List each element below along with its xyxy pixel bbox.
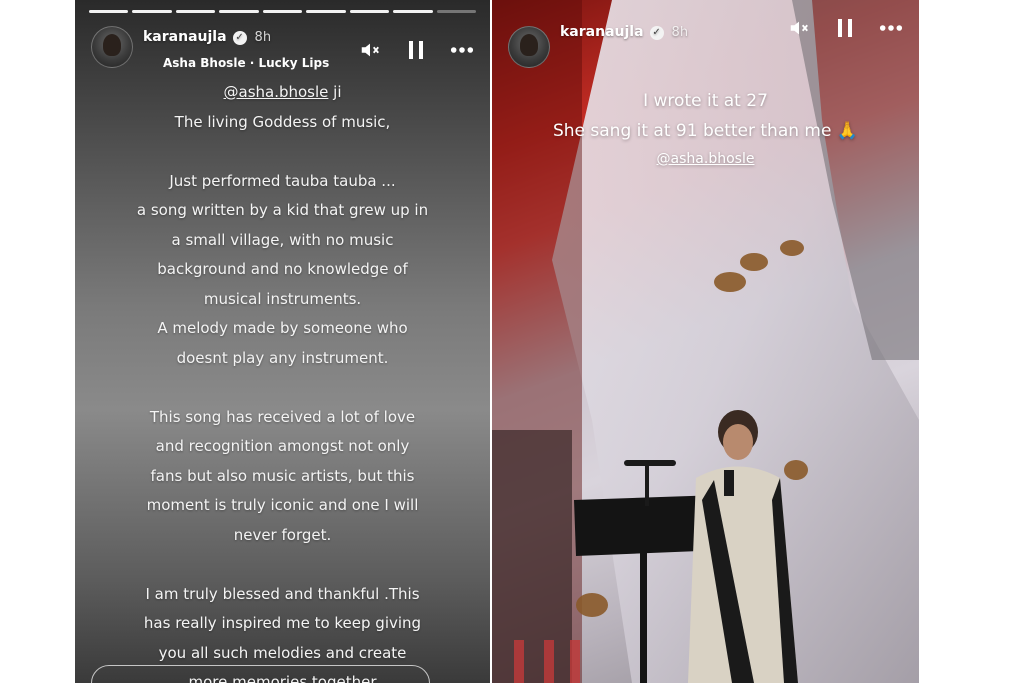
mention-suffix: ji xyxy=(328,83,342,101)
progress-segment xyxy=(132,10,172,13)
text-line: a song written by a kid that grew up in xyxy=(136,201,429,219)
username[interactable]: karanaujla ✓ 8h xyxy=(143,29,271,45)
progress-segment xyxy=(306,10,346,13)
progress-segment xyxy=(175,10,216,13)
text-line: I am truly blessed and thankful .This xyxy=(145,584,420,603)
more-options-icon[interactable] xyxy=(450,38,474,62)
more-options-icon[interactable] xyxy=(879,16,903,40)
speaker-muted-icon[interactable] xyxy=(787,16,811,40)
text-line: doesnt play any instrument. xyxy=(176,348,389,367)
text-line: fans but also music artists, but this xyxy=(150,466,415,485)
music-label[interactable]: Asha Bhosle · Lucky Lips xyxy=(163,56,329,70)
progress-segment xyxy=(349,10,390,13)
text-line: Just performed tauba tauba ... xyxy=(169,171,396,190)
pause-icon[interactable] xyxy=(404,38,428,62)
story-right[interactable]: karanaujla ✓ 8h I wrote it at 27 She sang … xyxy=(492,0,919,683)
username[interactable]: karanaujla ✓ 8h xyxy=(560,24,688,40)
caption-line: She sang it at 91 better than me 🙏 xyxy=(552,121,859,141)
avatar[interactable] xyxy=(91,26,133,68)
username-text: karanaujla xyxy=(560,24,644,40)
post-time: 8h xyxy=(254,30,272,45)
verified-badge-icon: ✓ xyxy=(649,26,664,40)
post-time: 8h xyxy=(671,25,689,40)
text-line: has really inspired me to keep giving xyxy=(143,614,422,632)
text-line: background and no knowledge of xyxy=(157,260,408,278)
text-line: you all such melodies and create xyxy=(158,643,407,662)
progress-segment xyxy=(219,10,259,13)
text-line: never forget. xyxy=(233,525,332,544)
avatar[interactable] xyxy=(508,26,550,68)
progress-segment xyxy=(436,10,476,13)
text-line: and recognition amongst not only xyxy=(155,437,410,455)
story-progress-bar xyxy=(89,10,476,13)
text-line: a small village, with no music xyxy=(171,230,394,249)
progress-segment xyxy=(262,10,303,13)
mention-link[interactable]: @asha.bhosle xyxy=(224,83,329,101)
story-left[interactable]: karanaujla ✓ 8h Asha Bhosle · Lucky Lips @… xyxy=(75,0,490,683)
text-line: A melody made by someone who xyxy=(157,319,408,337)
pause-icon[interactable] xyxy=(833,16,857,40)
progress-segment xyxy=(393,10,433,13)
story-caption: I wrote it at 27 She sang it at 91 bette… xyxy=(492,86,919,172)
speaker-muted-icon[interactable] xyxy=(358,38,382,62)
story-text: @asha.bhosle ji The living Goddess of mu… xyxy=(95,78,470,683)
progress-segment xyxy=(89,10,129,13)
text-line: The living Goddess of music, xyxy=(174,112,391,131)
story-header: karanaujla ✓ 8h Asha Bhosle · Lucky Lips xyxy=(91,26,474,74)
mention-line: @asha.bhosle ji xyxy=(95,78,470,108)
text-line: moment is truly iconic and one I will xyxy=(146,496,419,514)
verified-badge-icon: ✓ xyxy=(232,31,247,45)
caption-line: I wrote it at 27 xyxy=(643,91,768,111)
username-text: karanaujla xyxy=(143,29,227,45)
story-controls xyxy=(358,38,474,62)
story-controls xyxy=(787,16,903,40)
story-header: karanaujla ✓ 8h xyxy=(508,19,903,74)
text-line: This song has received a lot of love xyxy=(149,407,416,426)
reply-input[interactable] xyxy=(91,665,430,683)
text-line: musical instruments. xyxy=(203,289,362,308)
mention-link[interactable]: @asha.bhosle xyxy=(492,146,919,172)
